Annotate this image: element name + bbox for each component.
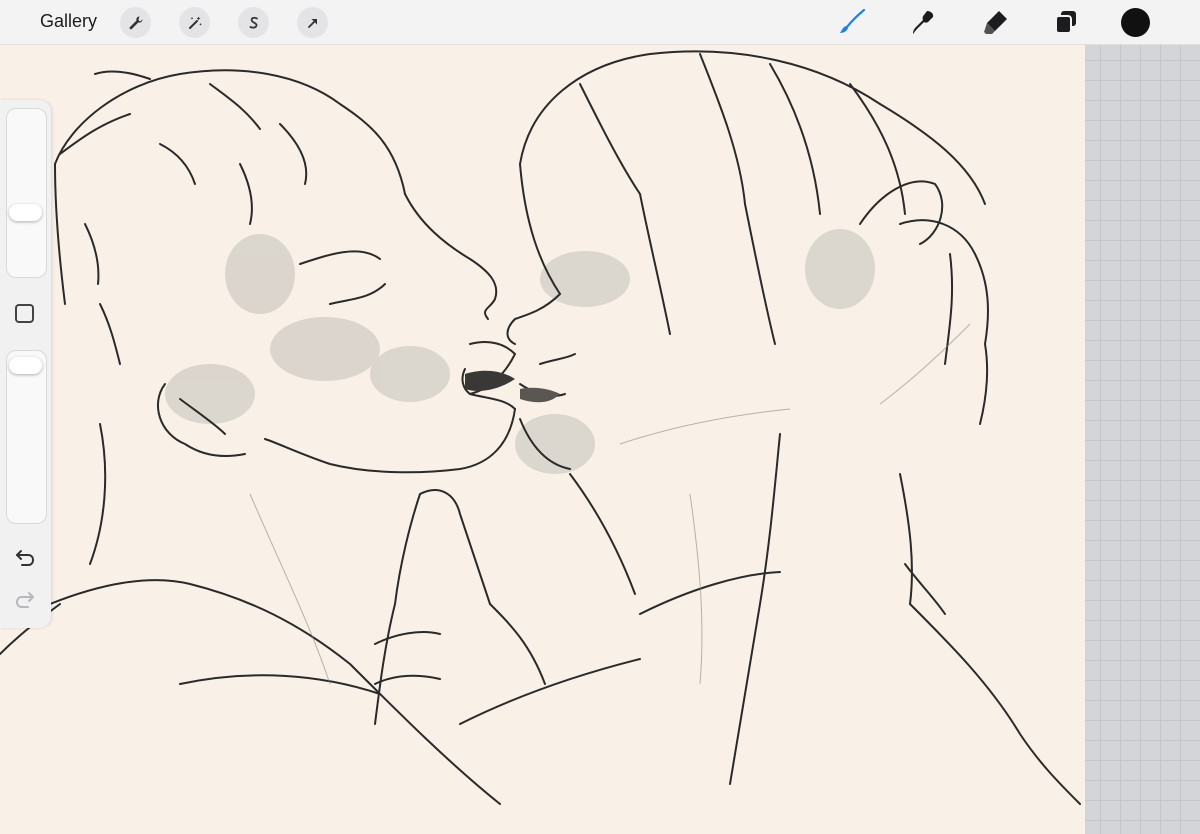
color-picker-button[interactable] [1121, 8, 1150, 37]
undo-icon[interactable] [13, 546, 37, 570]
gallery-button[interactable]: Gallery [40, 11, 97, 32]
brush-sidebar [0, 100, 51, 628]
transform-arrow-icon[interactable] [297, 7, 328, 38]
sketch-artwork [0, 50, 1081, 805]
brush-size-thumb[interactable] [9, 204, 42, 221]
wrench-icon[interactable] [120, 7, 151, 38]
selection-s-icon[interactable] [238, 7, 269, 38]
square-icon[interactable] [15, 304, 34, 323]
brush-size-slider[interactable] [6, 108, 47, 278]
redo-icon[interactable] [13, 588, 37, 612]
opacity-thumb[interactable] [9, 357, 42, 374]
magic-wand-icon[interactable] [179, 7, 210, 38]
layers-icon[interactable] [1050, 6, 1082, 38]
smudge-icon[interactable] [908, 6, 940, 38]
opacity-slider[interactable] [6, 350, 47, 524]
drawing-canvas[interactable] [0, 44, 1085, 834]
brush-icon[interactable] [836, 6, 868, 38]
eraser-icon[interactable] [980, 6, 1012, 38]
top-toolbar: Gallery [0, 0, 1200, 45]
